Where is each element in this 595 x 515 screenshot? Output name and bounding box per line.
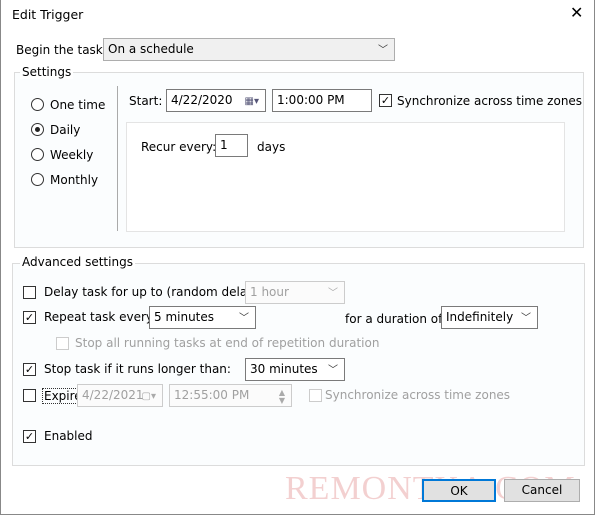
stop-long-value: 30 minutes: [250, 362, 318, 376]
delay-label: Delay task for up to (random delay):: [44, 285, 264, 299]
delay-select[interactable]: 1 hour ﹀: [245, 281, 345, 304]
chevron-down-icon: ﹀: [378, 45, 388, 56]
repeat-value: 5 minutes: [154, 310, 215, 324]
repeat-select[interactable]: 5 minutes ﹀: [149, 306, 256, 329]
recur-unit: days: [257, 140, 286, 154]
chevron-down-icon: ﹀: [521, 313, 531, 324]
stop-all-checkbox[interactable]: [56, 337, 69, 350]
sync-label: Synchronize across time zones: [397, 94, 583, 108]
settings-legend: Settings: [20, 65, 74, 79]
repeat-label: Repeat task every:: [44, 310, 157, 324]
stop-all-label: Stop all running tasks at end of repetit…: [75, 336, 380, 350]
begin-label: Begin the task:: [16, 43, 107, 57]
radio-monthly[interactable]: [31, 173, 44, 186]
expire-date: 4/22/2021: [82, 388, 144, 402]
start-date: 4/22/2020: [171, 93, 233, 107]
chevron-down-icon: ﹀: [328, 365, 338, 376]
repeat-checkbox[interactable]: ✓: [23, 311, 36, 324]
recur-label: Recur every:: [141, 140, 217, 154]
delay-value: 1 hour: [250, 285, 289, 299]
expire-time: 12:55:00 PM: [174, 388, 250, 402]
start-date-picker[interactable]: 4/22/2020 ▦▾: [166, 89, 266, 112]
label-daily: Daily: [50, 123, 81, 137]
chevron-down-icon: ﹀: [239, 313, 249, 324]
sync-checkbox[interactable]: ✓: [379, 94, 392, 107]
enabled-label: Enabled: [44, 429, 93, 443]
start-label: Start:: [129, 94, 163, 108]
duration-value: Indefinitely: [446, 310, 514, 324]
expire-time-picker[interactable]: 12:55:00 PM ▲ ▼: [169, 384, 292, 407]
chevron-down-icon: ﹀: [328, 288, 338, 299]
ok-button[interactable]: OK: [422, 479, 496, 502]
radio-daily[interactable]: [31, 123, 44, 136]
expire-sync-checkbox[interactable]: [309, 389, 322, 402]
cancel-button[interactable]: Cancel: [504, 479, 580, 502]
window-title: Edit Trigger: [12, 7, 84, 22]
duration-label: for a duration of:: [345, 312, 446, 326]
expire-sync-label: Synchronize across time zones: [325, 388, 511, 402]
spinner-icon[interactable]: ▲ ▼: [279, 389, 285, 405]
start-time-picker[interactable]: 1:00:00 PM: [272, 89, 372, 112]
radio-one-time[interactable]: [31, 98, 44, 111]
begin-select[interactable]: On a schedule ﹀: [103, 38, 395, 61]
expire-date-picker[interactable]: 4/22/2021 ▢▾: [77, 384, 163, 407]
label-weekly: Weekly: [50, 148, 94, 162]
recur-input[interactable]: 1: [215, 134, 248, 157]
label-one-time: One time: [50, 98, 106, 112]
stop-long-select[interactable]: 30 minutes ﹀: [245, 358, 345, 381]
close-icon[interactable]: ✕: [570, 3, 583, 22]
stop-long-label: Stop task if it runs longer than:: [44, 362, 231, 376]
radio-weekly[interactable]: [31, 148, 44, 161]
calendar-icon: ▢▾: [141, 391, 156, 402]
start-time: 1:00:00 PM: [277, 93, 345, 107]
delay-checkbox[interactable]: [23, 286, 36, 299]
advanced-legend: Advanced settings: [20, 255, 135, 269]
divider: [117, 86, 118, 231]
expire-checkbox[interactable]: [23, 389, 36, 402]
duration-select[interactable]: Indefinitely ﹀: [441, 306, 538, 329]
recur-panel: [126, 122, 565, 232]
stop-long-checkbox[interactable]: ✓: [23, 363, 36, 376]
calendar-icon[interactable]: ▦▾: [245, 93, 259, 110]
enabled-checkbox[interactable]: ✓: [23, 430, 36, 443]
begin-value: On a schedule: [108, 42, 194, 56]
label-monthly: Monthly: [50, 173, 99, 187]
